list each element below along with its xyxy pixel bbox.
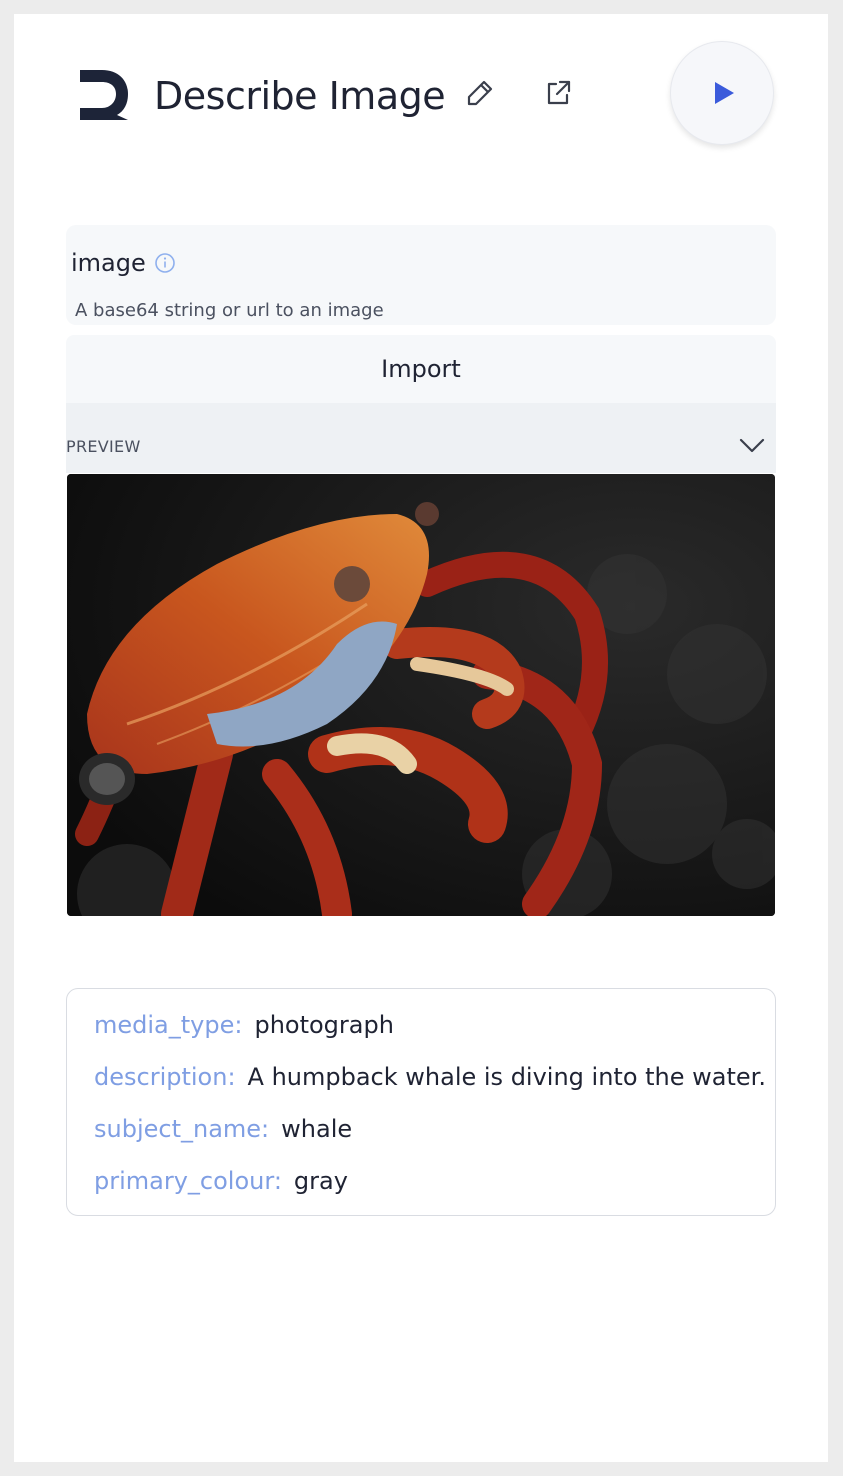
external-link-icon	[547, 80, 571, 105]
play-icon	[715, 82, 734, 104]
preview-label: PREVIEW	[66, 437, 141, 456]
image-field[interactable]: image A base64 string or url to an image	[66, 225, 776, 325]
result-key: primary_colour:	[94, 1167, 282, 1195]
preview-image	[67, 474, 775, 916]
app-card: Describe Image image A base64 string or …	[14, 14, 828, 1462]
run-button[interactable]	[670, 41, 774, 145]
image-field-hint: A base64 string or url to an image	[75, 300, 384, 321]
preview-header[interactable]: PREVIEW	[66, 403, 776, 473]
chevron-down-icon[interactable]	[738, 433, 766, 457]
info-icon[interactable]	[154, 252, 176, 274]
result-row-primary-colour: primary_colour: gray	[94, 1166, 348, 1196]
logo-icon	[74, 66, 130, 122]
edit-button[interactable]	[463, 76, 497, 110]
result-key: media_type:	[94, 1011, 243, 1039]
result-key: subject_name:	[94, 1115, 270, 1143]
result-key: description:	[94, 1063, 236, 1091]
result-value: whale	[281, 1115, 353, 1143]
result-row-subject-name: subject_name: whale	[94, 1114, 352, 1144]
result-row-media-type: media_type: photograph	[94, 1010, 394, 1040]
result-panel: media_type: photograph description: A hump…	[66, 988, 776, 1216]
result-value: A humpback whale is diving into the wate…	[247, 1063, 766, 1091]
edit-icon	[467, 80, 493, 106]
result-value: photograph	[254, 1011, 394, 1039]
result-value: gray	[293, 1167, 348, 1195]
result-row-description: description: A humpback whale is diving i…	[94, 1062, 766, 1092]
image-field-label: image	[71, 249, 146, 277]
page-title: Describe Image	[154, 74, 446, 118]
open-external-button[interactable]	[541, 76, 575, 110]
import-button[interactable]: Import	[66, 335, 776, 403]
